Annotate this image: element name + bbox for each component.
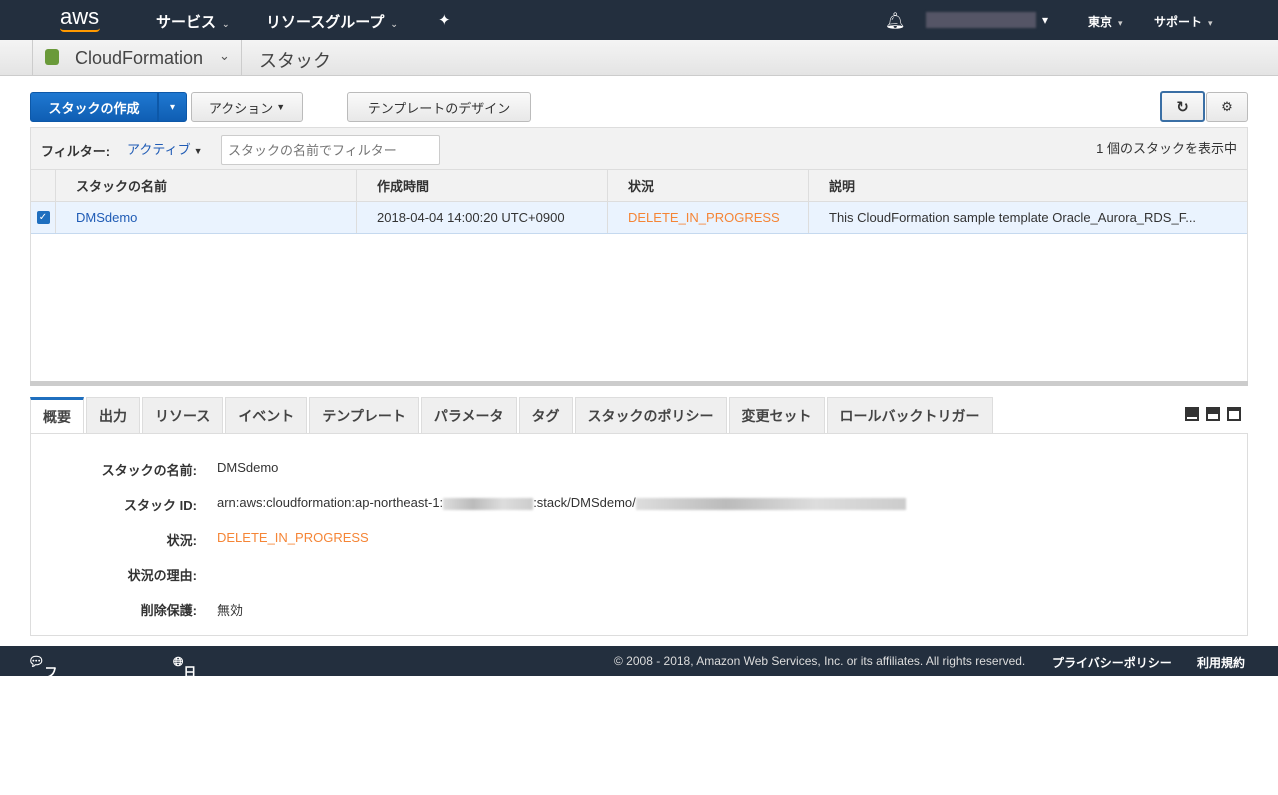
name-label: スタックの名前: bbox=[101, 463, 197, 478]
column-header-description[interactable]: 説明 bbox=[809, 170, 1247, 201]
tab-overview[interactable]: 概要 bbox=[30, 397, 84, 433]
chevron-down-icon: ▾ bbox=[1118, 18, 1123, 28]
id-label: スタック ID: bbox=[124, 498, 197, 513]
tab-events[interactable]: イベント bbox=[225, 397, 308, 433]
stack-name-link[interactable]: DMSdemo bbox=[56, 202, 357, 233]
panel-minimize-icon[interactable] bbox=[1185, 407, 1199, 421]
column-header-status[interactable]: 状況 bbox=[608, 170, 809, 201]
tab-resources[interactable]: リソース bbox=[142, 397, 224, 433]
tab-stack-policy[interactable]: スタックのポリシー bbox=[574, 397, 727, 433]
language-label: 日本語 bbox=[183, 665, 197, 718]
stack-id-value: arn:aws:cloudformation:ap-northeast-1: :s… bbox=[217, 495, 906, 514]
cloudformation-icon bbox=[45, 49, 59, 65]
column-header-created[interactable]: 作成時間 bbox=[357, 170, 608, 201]
chevron-down-icon: ⌄ bbox=[219, 48, 230, 63]
stack-name-filter-input[interactable] bbox=[221, 135, 440, 165]
reason-label: 状況の理由: bbox=[127, 568, 197, 583]
support-menu[interactable]: サポート ▾ bbox=[1154, 13, 1213, 30]
support-label: サポート bbox=[1154, 15, 1203, 29]
stack-description: This CloudFormation sample template Orac… bbox=[829, 210, 1197, 225]
column-header-name[interactable]: スタックの名前 bbox=[56, 170, 357, 201]
pin-icon[interactable]: ✦ bbox=[438, 11, 451, 29]
redacted-uuid bbox=[635, 497, 906, 510]
feedback-label: フィードバック bbox=[44, 665, 58, 794]
copyright: © 2008 - 2018, Amazon Web Services, Inc.… bbox=[614, 654, 1026, 668]
id-prefix: arn:aws:cloudformation:ap-northeast-1: bbox=[217, 495, 444, 510]
panel-splitter[interactable] bbox=[30, 381, 1248, 386]
region-label: 東京 bbox=[1088, 15, 1113, 29]
gear-icon: ⚙ bbox=[1221, 99, 1233, 114]
name-value: DMSdemo bbox=[217, 460, 279, 475]
footer: 💬︎ フィードバック 🌐︎ 日本語 © 2008 - 2018, Amazon … bbox=[0, 646, 1278, 794]
caret-icon: ▼ bbox=[276, 102, 286, 112]
tab-parameters[interactable]: パラメータ bbox=[420, 397, 517, 433]
filter-bar: フィルター: アクティブ▼ 1 個のスタックを表示中 bbox=[31, 128, 1247, 170]
refresh-button[interactable]: ↻ bbox=[1160, 91, 1205, 122]
refresh-icon: ↻ bbox=[1176, 98, 1189, 116]
filter-status-dropdown[interactable]: アクティブ ▼ bbox=[127, 139, 203, 158]
stack-status: DELETE_IN_PROGRESS bbox=[608, 202, 809, 233]
id-mid: :stack/DMSdemo/ bbox=[533, 495, 636, 510]
top-nav: aws サービス ⌄ リソースグループ ⌄ ✦ 🔔︎ ▾ 東京 ▾ サポート ▾ bbox=[0, 0, 1278, 40]
service-name: CloudFormation bbox=[75, 48, 204, 68]
filter-label: フィルター: bbox=[41, 144, 111, 159]
create-stack-button[interactable]: スタックの作成 bbox=[30, 92, 158, 122]
overview-panel: スタックの名前: DMSdemo スタック ID: arn:aws:cloudfor… bbox=[30, 433, 1248, 636]
table-row[interactable]: ✓ DMSdemo 2018-04-04 14:00:20 UTC+0900 D… bbox=[31, 202, 1247, 234]
bell-icon[interactable]: 🔔︎ bbox=[885, 11, 905, 31]
created-time: 2018-04-04 14:00:20 UTC+0900 bbox=[357, 202, 608, 233]
panel-half-icon[interactable] bbox=[1206, 407, 1220, 421]
table-header: スタックの名前 作成時間 状況 説明 bbox=[31, 170, 1247, 202]
actions-label: アクション bbox=[208, 100, 274, 116]
terms-link[interactable]: 利用規約 bbox=[1197, 654, 1245, 671]
privacy-link[interactable]: プライバシーポリシー bbox=[1052, 654, 1172, 671]
design-template-button[interactable]: テンプレートのデザイン bbox=[347, 92, 531, 122]
tab-tags[interactable]: タグ bbox=[518, 397, 573, 433]
account-menu[interactable] bbox=[926, 12, 1036, 28]
services-label: サービス bbox=[156, 14, 217, 31]
aws-logo[interactable]: aws bbox=[60, 4, 99, 30]
feedback-link[interactable]: 💬︎ フィードバック bbox=[28, 654, 58, 794]
protection-label: 削除保護: bbox=[140, 603, 197, 618]
page-title: スタック bbox=[259, 51, 331, 71]
language-selector[interactable]: 🌐︎ 日本語 bbox=[173, 654, 196, 718]
chevron-down-icon: ⌄ bbox=[390, 19, 398, 29]
caret-icon: ▼ bbox=[193, 146, 203, 156]
detail-tabs: 概要 出力 リソース イベント テンプレート パラメータ タグ スタックのポリシ… bbox=[30, 397, 993, 433]
stack-count: 1 個のスタックを表示中 bbox=[1096, 141, 1237, 156]
redacted-account bbox=[443, 497, 534, 510]
stacks-panel: フィルター: アクティブ▼ 1 個のスタックを表示中 スタックの名前 作成時間 … bbox=[30, 127, 1248, 383]
tab-rollback-triggers[interactable]: ロールバックトリガー bbox=[826, 397, 993, 433]
services-menu[interactable]: サービス ⌄ bbox=[156, 11, 230, 32]
settings-button[interactable]: ⚙ bbox=[1206, 92, 1248, 122]
protection-value: 無効 bbox=[217, 603, 244, 618]
service-header: CloudFormation ⌄ スタック bbox=[0, 40, 1278, 76]
row-checkbox[interactable]: ✓ bbox=[36, 211, 50, 224]
status-label: 状況: bbox=[166, 533, 197, 548]
chevron-down-icon: ⌄ bbox=[222, 19, 230, 29]
account-caret-icon[interactable]: ▾ bbox=[1042, 13, 1048, 27]
service-selector[interactable]: CloudFormation ⌄ bbox=[32, 40, 242, 75]
status-value: DELETE_IN_PROGRESS bbox=[217, 530, 369, 545]
actions-button[interactable]: アクション ▼ bbox=[191, 92, 303, 122]
panel-maximize-icon[interactable] bbox=[1227, 407, 1241, 421]
resource-groups-label: リソースグループ bbox=[266, 14, 385, 31]
panel-size-controls bbox=[1185, 407, 1241, 421]
tab-outputs[interactable]: 出力 bbox=[86, 397, 140, 433]
resource-groups-menu[interactable]: リソースグループ ⌄ bbox=[266, 11, 398, 32]
filter-value: アクティブ bbox=[127, 142, 191, 157]
aws-smile-icon bbox=[60, 28, 100, 32]
tab-change-sets[interactable]: 変更セット bbox=[728, 397, 825, 433]
tab-template[interactable]: テンプレート bbox=[309, 397, 419, 433]
chevron-down-icon: ▾ bbox=[1208, 18, 1213, 28]
region-menu[interactable]: 東京 ▾ bbox=[1088, 13, 1123, 30]
create-stack-dropdown[interactable]: ▾ bbox=[158, 92, 187, 122]
